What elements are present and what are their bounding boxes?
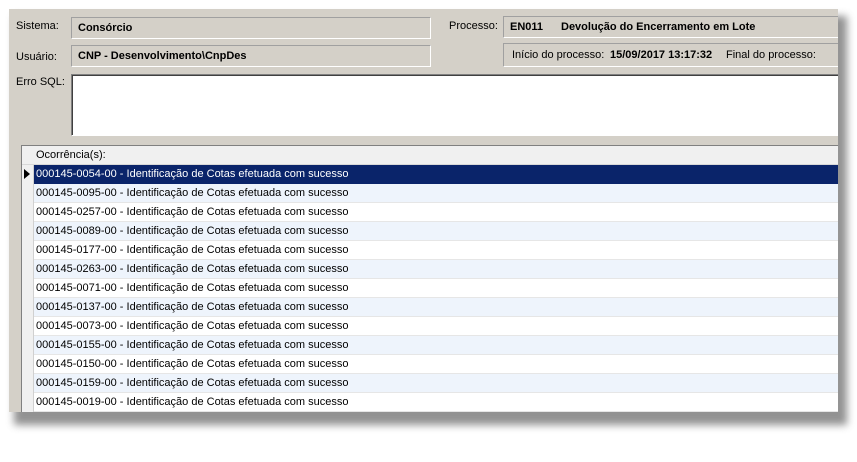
row-indicator-column [22,146,34,412]
row-text: 000145-0257-00 - Identificação de Cotas … [36,206,349,218]
row-text: 000145-0150-00 - Identificação de Cotas … [36,358,349,370]
table-row[interactable]: 000145-0073-00 - Identificação de Cotas … [34,317,838,336]
inicio-value: 15/09/2017 13:17:32 [610,49,713,61]
row-text: 000145-0073-00 - Identificação de Cotas … [36,320,349,332]
sistema-field[interactable]: Consórcio [71,17,431,39]
table-row[interactable]: 000145-0263-00 - Identificação de Cotas … [34,260,838,279]
row-text: 000145-0019-00 - Identificação de Cotas … [36,396,349,408]
sistema-value: Consórcio [78,22,133,34]
row-text: 000145-0155-00 - Identificação de Cotas … [36,339,349,351]
table-row[interactable]: 000145-0089-00 - Identificação de Cotas … [34,222,838,241]
erro-sql-label: Erro SQL: [16,76,65,88]
table-row[interactable]: 000145-0095-00 - Identificação de Cotas … [34,184,838,203]
usuario-value: CNP - Desenvolvimento\CnpDes [78,50,247,62]
row-text: 000145-0071-00 - Identificação de Cotas … [36,282,349,294]
table-row[interactable]: 000145-0257-00 - Identificação de Cotas … [34,203,838,222]
process-log-window: Sistema: Consórcio Usuário: CNP - Desenv… [9,9,838,412]
sistema-label: Sistema: [16,20,59,32]
process-time-panel: Início do processo: 15/09/2017 13:17:32 … [503,43,838,67]
table-row[interactable]: 000145-0071-00 - Identificação de Cotas … [34,279,838,298]
column-header-ocorrencias[interactable]: Ocorrência(s): [36,149,106,161]
table-row[interactable]: 000145-0159-00 - Identificação de Cotas … [34,374,838,393]
table-row[interactable]: 000145-0150-00 - Identificação de Cotas … [34,355,838,374]
row-text: 000145-0089-00 - Identificação de Cotas … [36,225,349,237]
table-row[interactable]: 000145-0019-00 - Identificação de Cotas … [34,393,838,412]
processo-name: Devolução do Encerramento em Lote [561,21,756,33]
row-text: 000145-0159-00 - Identificação de Cotas … [36,377,349,389]
grid-header: Ocorrência(s): [22,146,838,165]
processo-field[interactable]: EN011 Devolução do Encerramento em Lote [503,16,838,38]
erro-sql-textarea[interactable] [71,74,838,136]
row-text: 000145-0263-00 - Identificação de Cotas … [36,263,349,275]
inicio-label: Início do processo: [512,49,605,61]
table-row[interactable]: 000145-0177-00 - Identificação de Cotas … [34,241,838,260]
row-text: 000145-0095-00 - Identificação de Cotas … [36,187,349,199]
current-row-arrow-icon [24,169,30,179]
processo-code: EN011 [510,21,544,33]
table-row[interactable]: 000145-0155-00 - Identificação de Cotas … [34,336,838,355]
usuario-field[interactable]: CNP - Desenvolvimento\CnpDes [71,45,431,67]
processo-label: Processo: [449,20,498,32]
row-text: 000145-0137-00 - Identificação de Cotas … [36,301,349,313]
table-row[interactable]: 000145-0054-00 - Identificação de Cotas … [34,165,838,184]
final-label: Final do processo: [726,49,816,61]
usuario-label: Usuário: [16,51,57,63]
row-text: 000145-0054-00 - Identificação de Cotas … [36,168,349,180]
table-row[interactable]: 000145-0137-00 - Identificação de Cotas … [34,298,838,317]
occurrences-grid[interactable]: Ocorrência(s): 000145-0054-00 - Identifi… [21,145,838,412]
row-text: 000145-0177-00 - Identificação de Cotas … [36,244,349,256]
